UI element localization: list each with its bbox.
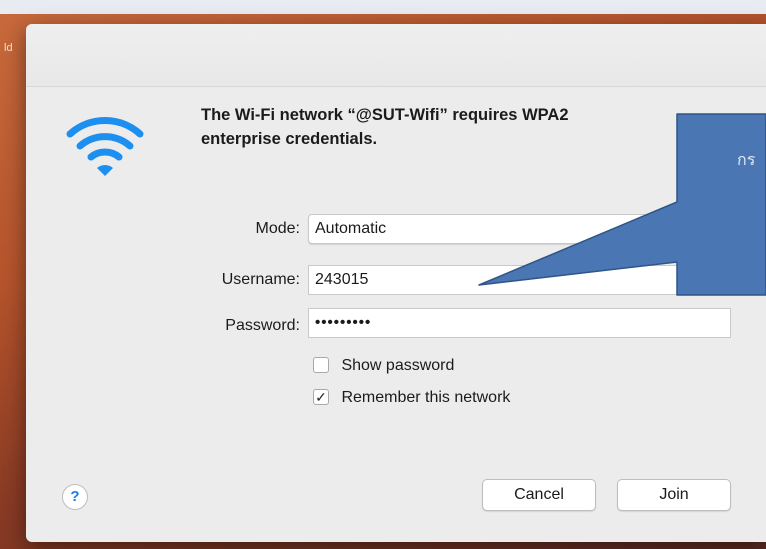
remember-network-row[interactable]: ✓ Remember this network	[313, 388, 511, 411]
mode-label: Mode:	[255, 220, 300, 237]
mode-select-value: Automatic	[315, 220, 387, 237]
desktop-edge-label: ld	[4, 42, 13, 54]
show-password-checkbox[interactable]	[313, 356, 329, 373]
remember-network-label: Remember this network	[341, 389, 511, 406]
dialog-message: The Wi-Fi network “@SUT-Wifi” requires W…	[201, 103, 741, 151]
message-line-2: enterprise credentials.	[201, 130, 378, 148]
show-password-label: Show password	[341, 357, 455, 374]
callout-text: กร	[737, 152, 756, 169]
dialog-titlebar	[26, 24, 766, 87]
message-line-1: The Wi-Fi network “@SUT-Wifi” requires W…	[201, 106, 569, 124]
wifi-credentials-dialog: The Wi-Fi network “@SUT-Wifi” requires W…	[26, 24, 766, 542]
password-label: Password:	[225, 317, 300, 334]
mode-select[interactable]: Automatic	[308, 214, 688, 244]
help-button[interactable]: ?	[62, 484, 88, 510]
checkmark-icon: ✓	[315, 388, 327, 405]
question-icon: ?	[70, 488, 80, 505]
remember-network-checkbox[interactable]: ✓	[313, 388, 329, 405]
username-value: 243015	[315, 271, 369, 288]
cancel-button[interactable]: Cancel	[482, 479, 596, 511]
password-field[interactable]: •••••••••	[308, 308, 731, 338]
username-label: Username:	[221, 271, 300, 288]
join-button[interactable]: Join	[617, 479, 731, 511]
show-password-row[interactable]: Show password	[313, 356, 455, 379]
desktop-menubar-strip	[0, 0, 766, 14]
wifi-icon	[66, 117, 144, 176]
username-field[interactable]: 243015	[308, 265, 688, 295]
password-value: •••••••••	[315, 314, 372, 331]
